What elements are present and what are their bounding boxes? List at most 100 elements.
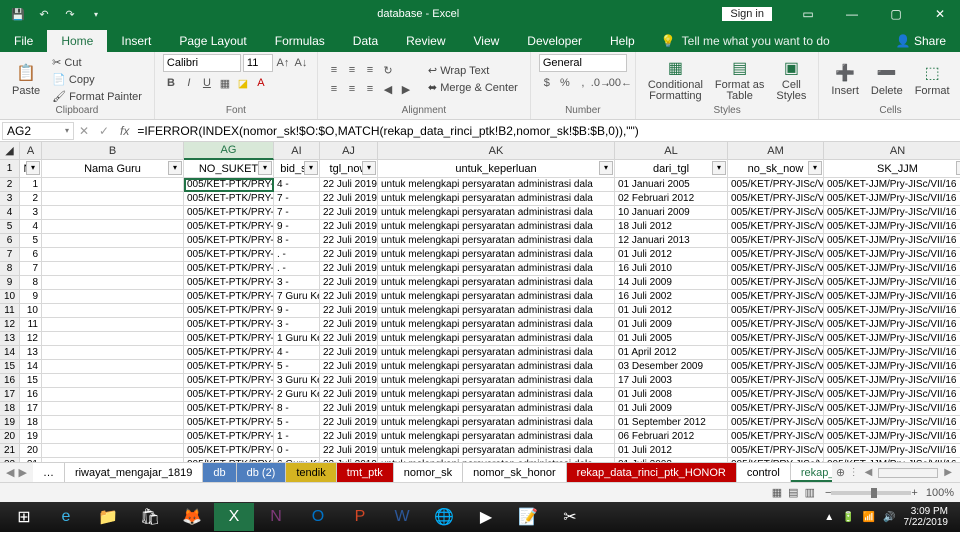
border-icon[interactable]: ▦ <box>217 75 233 91</box>
cell[interactable]: 005/KET-PTK/PRY- <box>184 346 274 360</box>
cell[interactable]: 20 <box>20 444 42 458</box>
cell-styles-button[interactable]: ▣Cell Styles <box>772 56 810 104</box>
filter-icon[interactable]: ▾ <box>956 161 960 175</box>
row-header[interactable]: 10 <box>0 290 20 304</box>
row-header[interactable]: 4 <box>0 206 20 220</box>
col-AK[interactable]: AK <box>378 142 615 160</box>
clock[interactable]: 3:09 PM7/22/2019 <box>904 506 949 528</box>
cell[interactable]: . - <box>274 248 320 262</box>
row-header[interactable]: 6 <box>0 234 20 248</box>
cell[interactable]: 1 Guru Kela <box>274 332 320 346</box>
cell[interactable]: 15 <box>20 374 42 388</box>
cell[interactable]: untuk melengkapi persyaratan administras… <box>378 262 615 276</box>
store-icon[interactable]: 🛍 <box>130 503 170 531</box>
maximize-icon[interactable]: ▢ <box>876 0 916 28</box>
hdr-skjjm[interactable]: SK_JJM▾ <box>824 160 960 178</box>
cell[interactable]: 22 Juli 2019 <box>320 332 378 346</box>
onenote-icon[interactable]: N <box>256 503 296 531</box>
font-name-input[interactable] <box>163 54 241 72</box>
cell[interactable]: 005/KET/PRY-JISc/VII/19 <box>728 220 824 234</box>
cell[interactable] <box>42 430 184 444</box>
tab-view[interactable]: View <box>460 30 514 52</box>
view-pagelayout-icon[interactable]: ▤ <box>788 486 798 499</box>
filter-icon[interactable]: ▾ <box>362 161 376 175</box>
cell[interactable]: 005/KET-PTK/PRY- <box>184 290 274 304</box>
signin-button[interactable]: Sign in <box>722 7 772 21</box>
col-AJ[interactable]: AJ <box>320 142 378 160</box>
cell[interactable]: 01 Juli 2012 <box>615 444 728 458</box>
excel-icon[interactable]: X <box>214 503 254 531</box>
cell[interactable]: 005/KET-JJM/Pry-JISc/VII/16 <box>824 262 960 276</box>
cell[interactable]: 22 Juli 2019 <box>320 318 378 332</box>
cell[interactable]: 7 - <box>274 192 320 206</box>
cell[interactable]: 18 <box>20 416 42 430</box>
cell[interactable]: 01 April 2012 <box>615 346 728 360</box>
cell[interactable]: 22 Juli 2019 <box>320 416 378 430</box>
fx-icon[interactable]: fx <box>114 124 135 138</box>
cell[interactable]: 22 Juli 2019 <box>320 192 378 206</box>
cell[interactable]: 10 <box>20 304 42 318</box>
cell[interactable]: 4 - <box>274 346 320 360</box>
font-color-icon[interactable]: A <box>253 75 269 91</box>
cell[interactable]: 005/KET-JJM/Pry-JISc/VII/16 <box>824 248 960 262</box>
cut-button[interactable]: ✂ Cut <box>48 55 146 71</box>
cell[interactable]: 12 <box>20 332 42 346</box>
zoom-in-icon[interactable]: + <box>911 487 917 499</box>
hdr-suket[interactable]: NO_SUKET▾ <box>184 160 274 178</box>
align-right-icon[interactable]: ≡ <box>362 81 378 97</box>
cell[interactable]: 005/KET-PTK/PRY- <box>184 262 274 276</box>
cell[interactable]: 01 Juli 2008 <box>615 388 728 402</box>
cell[interactable]: 7 <box>20 262 42 276</box>
cell[interactable]: 10 Januari 2009 <box>615 206 728 220</box>
outlook-icon[interactable]: O <box>298 503 338 531</box>
close-icon[interactable]: ✕ <box>920 0 960 28</box>
cell[interactable]: 3 - <box>274 276 320 290</box>
row-header[interactable]: 2 <box>0 178 20 192</box>
grow-font-icon[interactable]: A↑ <box>275 55 291 71</box>
cell[interactable]: 01 Juli 2005 <box>615 332 728 346</box>
cell[interactable]: untuk melengkapi persyaratan administras… <box>378 318 615 332</box>
comma-icon[interactable]: , <box>575 75 591 91</box>
ie-icon[interactable]: e <box>46 503 86 531</box>
cell[interactable]: 005/KET-PTK/PRY- <box>184 206 274 220</box>
cell[interactable]: 005/KET-JJM/Pry-JISc/VII/16 <box>824 178 960 192</box>
cell[interactable]: 005/KET/PRY-JISc/VII/19 <box>728 234 824 248</box>
cell[interactable] <box>42 332 184 346</box>
cell[interactable]: 22 Juli 2019 <box>320 262 378 276</box>
cell[interactable]: 5 - <box>274 416 320 430</box>
sheet-tab[interactable]: tmt_ptk <box>337 463 394 482</box>
cell[interactable]: 005/KET-JJM/Pry-JISc/VII/16 <box>824 360 960 374</box>
cell[interactable]: untuk melengkapi persyaratan administras… <box>378 332 615 346</box>
cancel-formula-icon[interactable]: ✕ <box>74 124 94 138</box>
row-header[interactable]: 21 <box>0 444 20 458</box>
row-header[interactable]: 9 <box>0 276 20 290</box>
indent-dec-icon[interactable]: ◀ <box>380 81 396 97</box>
row-header[interactable]: 20 <box>0 430 20 444</box>
notepad-icon[interactable]: 📝 <box>508 503 548 531</box>
cell[interactable]: 005/KET-JJM/Pry-JISc/VII/16 <box>824 388 960 402</box>
battery-icon[interactable]: 🔋 <box>842 512 854 523</box>
cell[interactable]: 4 <box>20 220 42 234</box>
redo-icon[interactable]: ↷ <box>60 8 80 21</box>
cell[interactable]: 13 <box>20 346 42 360</box>
cell[interactable] <box>42 374 184 388</box>
cell[interactable] <box>42 346 184 360</box>
format-table-button[interactable]: ▤Format as Table <box>711 56 769 104</box>
cell[interactable]: 8 <box>20 276 42 290</box>
cell[interactable]: 22 Juli 2019 <box>320 290 378 304</box>
cell[interactable] <box>42 360 184 374</box>
view-normal-icon[interactable]: ▦ <box>772 486 782 499</box>
minimize-icon[interactable]: — <box>832 0 872 28</box>
cell[interactable]: 01 Juli 2009 <box>615 402 728 416</box>
cell[interactable]: 005/KET-PTK/PRY- <box>184 276 274 290</box>
shrink-font-icon[interactable]: A↓ <box>293 55 309 71</box>
cell[interactable]: 11 <box>20 318 42 332</box>
cell[interactable]: 17 Juli 2003 <box>615 374 728 388</box>
sheet-nav-next-icon[interactable]: ▶ <box>18 466 26 479</box>
hdr-dari[interactable]: dari_tgl▾ <box>615 160 728 178</box>
cell[interactable]: untuk melengkapi persyaratan administras… <box>378 374 615 388</box>
hdr-nosk[interactable]: no_sk_now▾ <box>728 160 824 178</box>
row-header[interactable]: 14 <box>0 346 20 360</box>
align-top-icon[interactable]: ≡ <box>326 62 342 78</box>
cell[interactable]: 005/KET-PTK/PRY- <box>184 374 274 388</box>
